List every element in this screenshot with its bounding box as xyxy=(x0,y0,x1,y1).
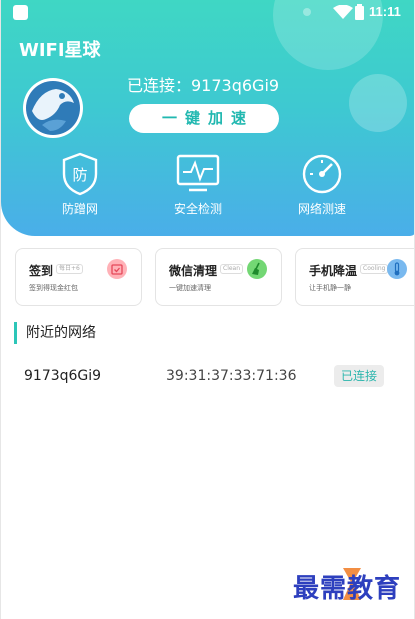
card-wechat-clean[interactable]: 微信清理 Clean 一键加速清理 xyxy=(155,248,282,306)
watermark-text: 最需教育 xyxy=(293,574,402,604)
header-panel: 11:11 WIFI星球 已连接：9173q6Gi9 一键加速 防 防蹭网 安全… xyxy=(1,0,414,236)
feature-anti-leech[interactable]: 防 防蹭网 xyxy=(35,152,125,217)
monitor-icon xyxy=(176,154,220,192)
app-title: WIFI星球 xyxy=(19,40,101,61)
thermometer-icon xyxy=(387,259,407,279)
notification-icon xyxy=(13,5,28,20)
status-bar: 11:11 xyxy=(1,0,414,26)
avatar[interactable] xyxy=(23,78,83,138)
card-tag: Cooling xyxy=(360,264,389,274)
speed-up-button[interactable]: 一键加速 xyxy=(129,104,279,133)
network-row[interactable]: 9173q6Gi9 39:31:37:33:71:36 已连接 xyxy=(1,364,414,390)
card-subtitle: 让手机静一静 xyxy=(309,284,351,292)
wifi-signal-icon xyxy=(333,5,353,19)
feature-label: 网络测速 xyxy=(297,202,346,216)
card-subtitle: 签到得现金红包 xyxy=(29,284,78,292)
card-subtitle: 一键加速清理 xyxy=(169,284,211,292)
speedometer-icon xyxy=(302,154,342,194)
card-checkin[interactable]: 签到 每日+6 签到得现金红包 xyxy=(15,248,142,306)
card-title: 签到 xyxy=(29,264,54,278)
connected-badge[interactable]: 已连接 xyxy=(334,365,384,387)
card-tag: 每日+6 xyxy=(56,264,83,274)
calendar-icon xyxy=(107,259,127,279)
nearby-networks-heading: 附近的网络 xyxy=(14,322,96,344)
card-title: 手机降温 xyxy=(309,264,358,278)
connection-status: 已连接：9173q6Gi9 xyxy=(127,76,280,95)
feature-label: 安全检测 xyxy=(173,202,222,216)
network-ssid: 9173q6Gi9 xyxy=(24,368,102,384)
battery-icon xyxy=(355,4,364,20)
feature-label: 防蹭网 xyxy=(61,202,98,216)
status-time: 11:11 xyxy=(369,4,401,19)
shield-glyph: 防 xyxy=(72,166,87,184)
card-tag: Clean xyxy=(220,264,244,274)
feature-speed-test[interactable]: 网络测速 xyxy=(277,152,367,217)
network-mac: 39:31:37:33:71:36 xyxy=(166,368,297,384)
card-phone-cooling[interactable]: 手机降温 Cooling 让手机静一静 xyxy=(295,248,414,306)
card-title: 微信清理 xyxy=(169,264,218,278)
quick-cards: 签到 每日+6 签到得现金红包 微信清理 Clean 一键加速清理 手机降温 C… xyxy=(15,248,414,306)
shield-icon: 防 xyxy=(62,152,98,196)
app-screen: 11:11 WIFI星球 已连接：9173q6Gi9 一键加速 防 防蹭网 安全… xyxy=(0,0,415,619)
planet-avatar-icon xyxy=(26,81,80,135)
broom-icon xyxy=(247,259,267,279)
feature-security-check[interactable]: 安全检测 xyxy=(153,152,243,217)
decor-bubble xyxy=(349,74,407,132)
